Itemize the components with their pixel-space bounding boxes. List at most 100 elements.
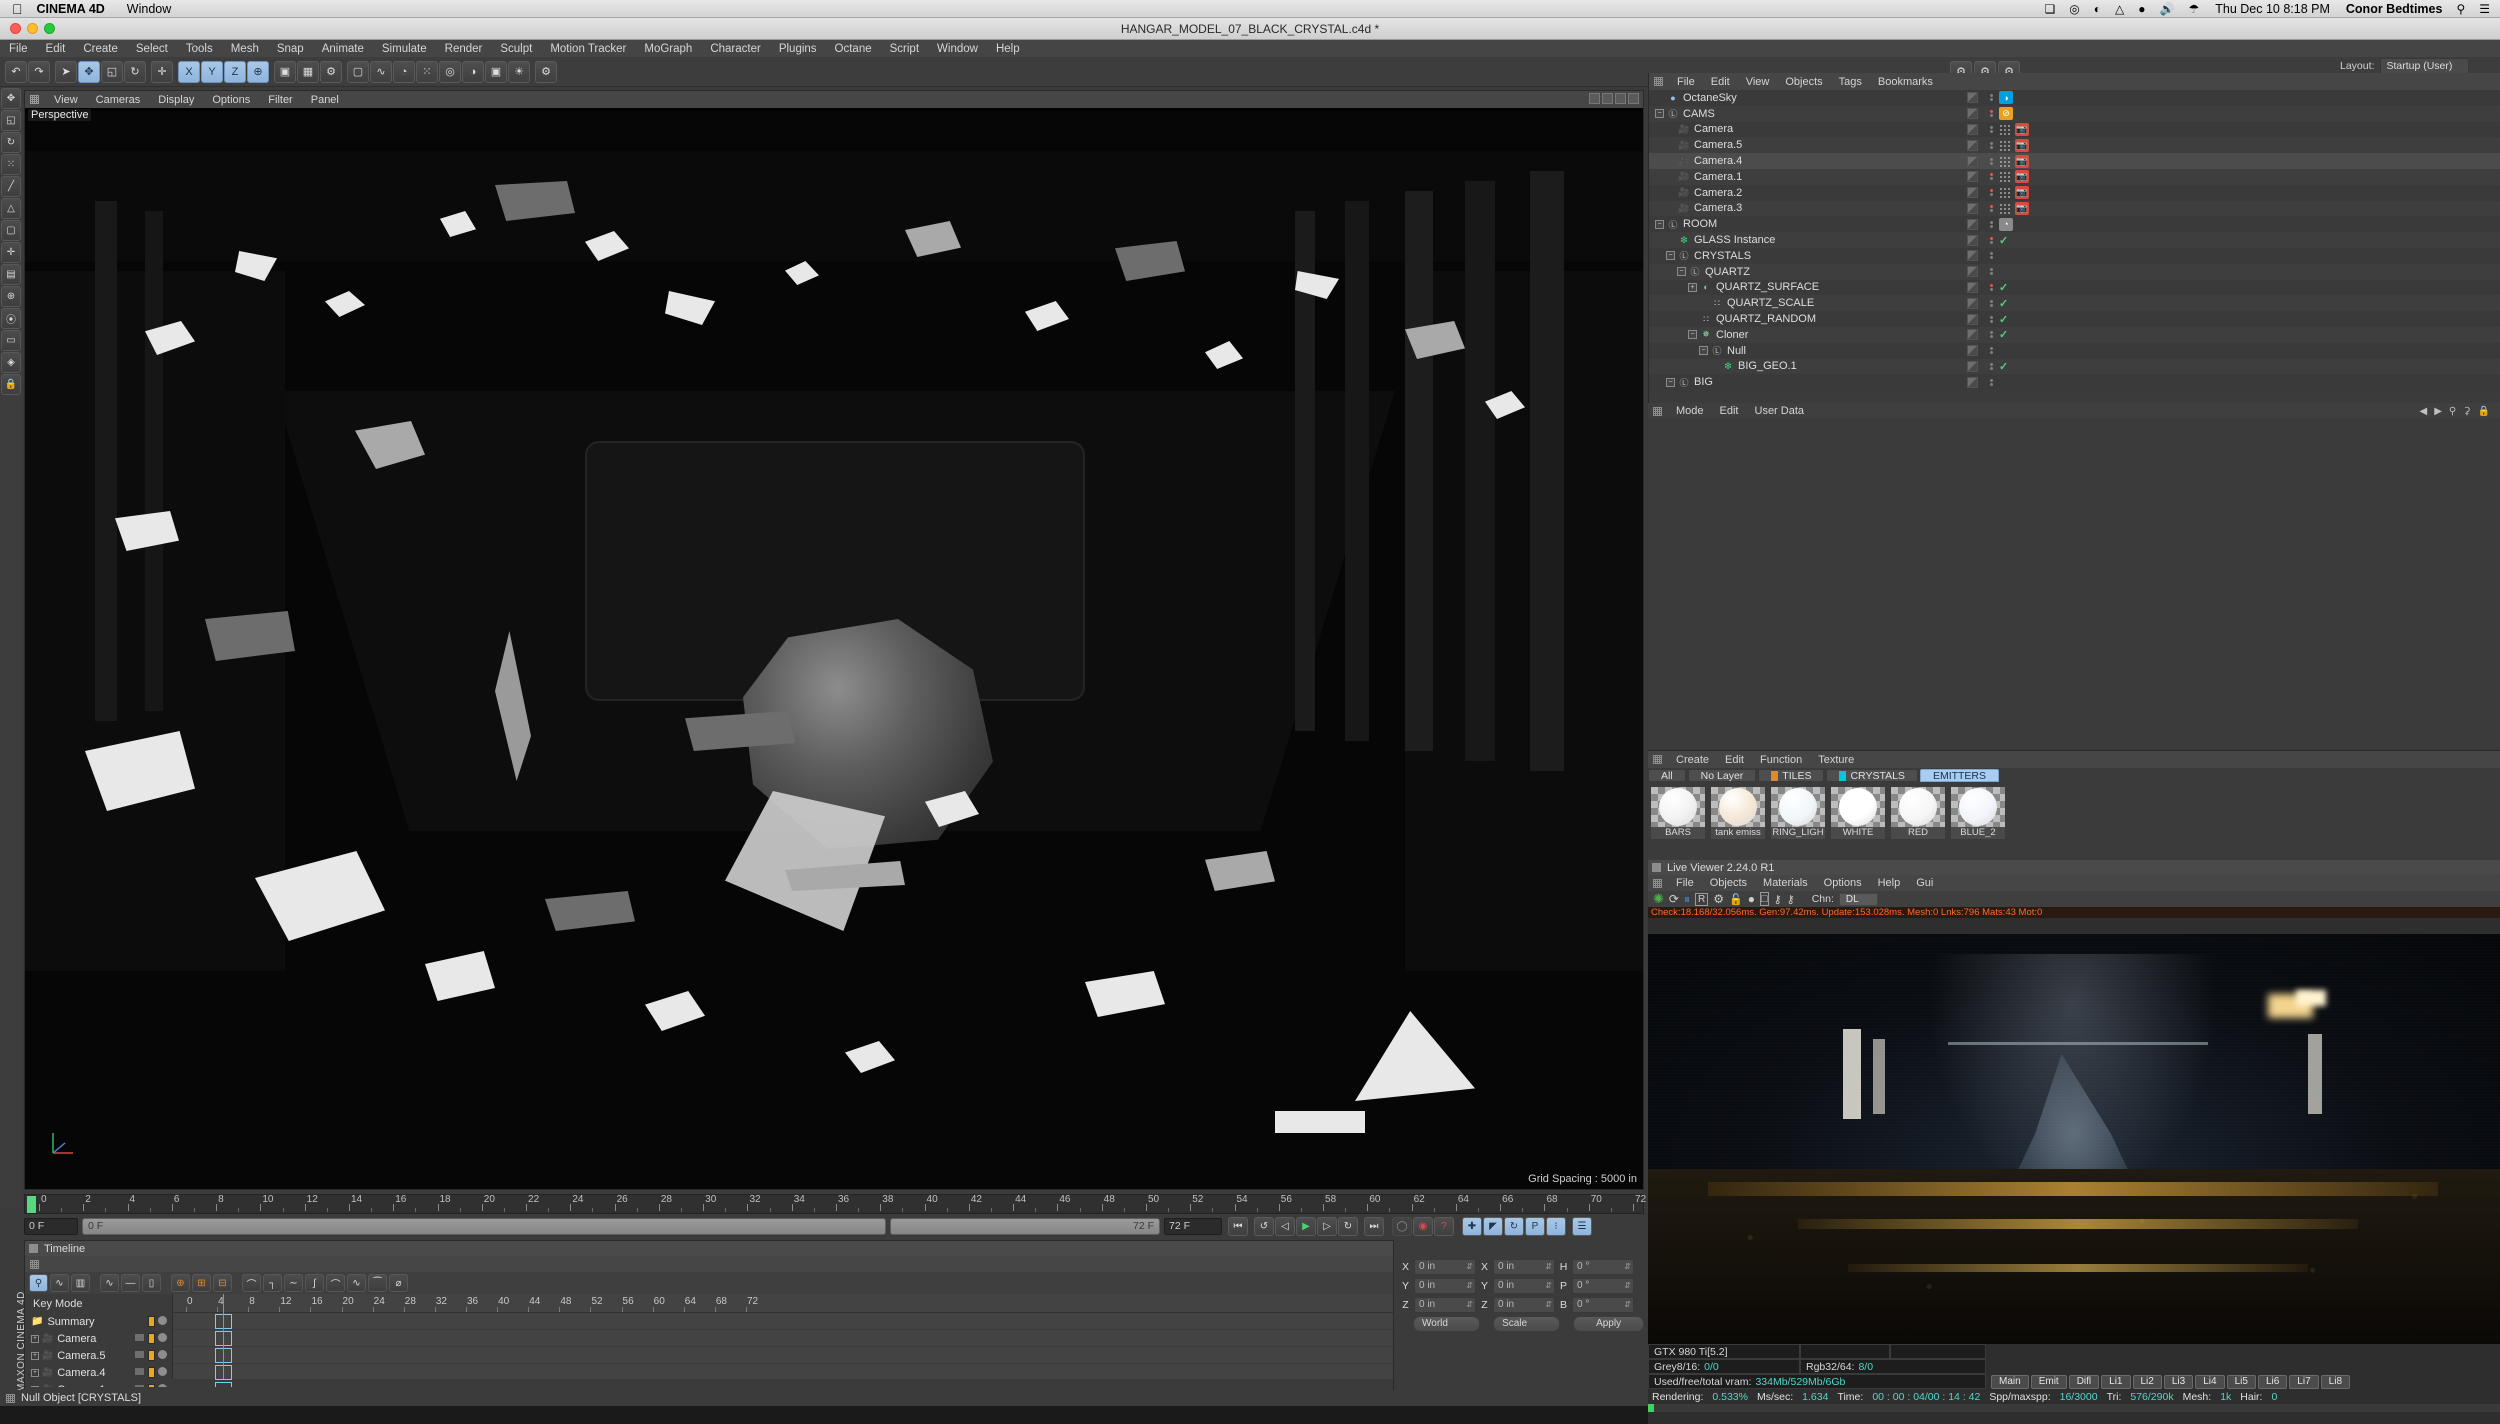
fcurve-mode-icon[interactable]: ∿ <box>50 1274 69 1292</box>
rotate-icon[interactable]: ↻ <box>124 60 146 83</box>
render-pass-li3[interactable]: Li3 <box>2163 1374 2194 1389</box>
visibility-dot[interactable] <box>1990 362 1993 366</box>
render-view-icon[interactable]: ▣ <box>274 60 296 83</box>
apple-menu-icon[interactable]:  <box>12 2 23 16</box>
layer-color-swatch[interactable] <box>1967 329 1978 341</box>
attrmgr-menu-mode[interactable]: Mode <box>1668 405 1712 417</box>
rotate-tool-icon[interactable]: ↻ <box>1 132 21 153</box>
workplane-icon[interactable]: ▭ <box>1 330 21 351</box>
rotation-p-input[interactable]: 0 ° ⇵ <box>1572 1277 1634 1294</box>
visibility-dot[interactable] <box>1990 114 1993 118</box>
statusbar-grip-icon[interactable] <box>6 1393 15 1403</box>
menu-select[interactable]: Select <box>127 43 177 55</box>
visibility-dot[interactable] <box>1990 335 1993 339</box>
scale-key-icon[interactable]: ◤ <box>1483 1216 1503 1236</box>
octane-start-icon[interactable]: ✺ <box>1653 891 1664 907</box>
octane-sky-tag[interactable]: ◑ <box>1999 91 2013 105</box>
material-cell[interactable]: RED <box>1891 787 1945 839</box>
apply-button[interactable]: Apply <box>1573 1315 1644 1332</box>
go-to-start-icon[interactable]: ⏮ <box>1228 1216 1248 1236</box>
object-row[interactable]: 🎥 Camera.1 📷 <box>1649 168 2500 185</box>
material-tab-all[interactable]: All <box>1648 769 1686 782</box>
render-pass-li1[interactable]: Li1 <box>2101 1374 2131 1389</box>
visibility-dots[interactable] <box>1989 299 1994 307</box>
visibility-dot[interactable] <box>1990 125 1993 129</box>
zero-icon[interactable]: ⌀ <box>389 1274 408 1292</box>
enabled-check-icon[interactable]: ✓ <box>1999 297 2008 310</box>
enable-axis-icon[interactable]: ⊕ <box>1 286 21 307</box>
enabled-check-icon[interactable]: ✓ <box>1999 234 2008 247</box>
coordinate-mode-dropdown[interactable]: Scale <box>1493 1315 1561 1332</box>
material-cell[interactable]: BLUE_2 <box>1951 787 2005 839</box>
visibility-dot[interactable] <box>1990 236 1993 240</box>
visibility-dots[interactable] <box>1989 220 1994 228</box>
step-forward-icon[interactable]: ▷ <box>1317 1216 1337 1236</box>
array-icon[interactable]: ⁙ <box>416 60 438 83</box>
timeline-lane[interactable] <box>173 1347 1393 1364</box>
layer-color-swatch[interactable] <box>1967 281 1978 293</box>
rotation-b-input[interactable]: 0 ° ⇵ <box>1572 1296 1634 1313</box>
pin-icon[interactable]: ⚲ <box>2449 406 2456 417</box>
x-axis-icon[interactable]: X <box>178 60 200 83</box>
row-expander[interactable]: + <box>31 1334 39 1343</box>
playhead-marker[interactable] <box>27 1196 36 1213</box>
cube-icon[interactable]: ▢ <box>347 60 369 83</box>
end-frame-field[interactable]: 72 F <box>1164 1217 1222 1235</box>
creative-cloud-icon[interactable]: ◎ <box>2069 2 2079 16</box>
visibility-dots[interactable] <box>1989 331 1994 339</box>
key-mode-icon[interactable]: ⚲ <box>29 1274 48 1292</box>
keyframe-help-icon[interactable]: ? <box>1434 1216 1454 1236</box>
snap-icon[interactable]: ⦿ <box>1 308 21 329</box>
object-tree[interactable]: ● OctaneSky ◑ − Ⓛ CAMS ⊘ 🎥 Camera 📷 🎥 Camera.5 📷 🎥 Cam… <box>1649 90 2500 391</box>
render-region-icon[interactable]: ▦ <box>297 60 319 83</box>
position-y-input[interactable]: 0 in ⇵ <box>1414 1277 1476 1294</box>
visibility-dot[interactable] <box>1990 145 1993 149</box>
visibility-dots[interactable] <box>1989 236 1994 244</box>
material-picker-icon[interactable]: ⚷ <box>1787 893 1795 906</box>
channel-dropdown[interactable]: DL <box>1838 892 1878 906</box>
model-mode-icon[interactable]: ▢ <box>1 220 21 241</box>
object-row[interactable]: − ✵ Cloner ✓ <box>1649 326 2500 343</box>
dope-sheet-icon[interactable]: ☰ <box>1572 1216 1592 1236</box>
timeline-row[interactable]: + 🎥 Camera <box>25 1330 172 1347</box>
object-row[interactable]: ● OctaneSky ◑ <box>1649 90 2500 106</box>
object-row[interactable]: ❇ GLASS Instance ✓ <box>1649 232 2500 248</box>
material-cell[interactable]: RING_LIGH <box>1771 787 1825 839</box>
auto-key-icon[interactable]: ∿ <box>100 1274 119 1292</box>
visibility-dot[interactable] <box>1990 287 1993 291</box>
refresh-icon[interactable]: ⟳ <box>1669 892 1679 906</box>
app-menu-window[interactable]: Window <box>127 2 171 16</box>
material-thumbnail[interactable] <box>1711 787 1765 827</box>
layer-color-swatch[interactable] <box>1967 108 1978 120</box>
layer-color-swatch[interactable] <box>1967 123 1978 135</box>
matmgr-menu-function[interactable]: Function <box>1752 754 1810 766</box>
rotate-view-icon[interactable] <box>1615 93 1626 104</box>
menu-create[interactable]: Create <box>74 43 127 55</box>
notification-center-icon[interactable]: ☰ <box>2479 2 2490 16</box>
app-menu-cinema4d[interactable]: CINEMA 4D <box>37 2 105 16</box>
menu-script[interactable]: Script <box>881 43 928 55</box>
position-z-input[interactable]: 0 in ⇵ <box>1414 1296 1476 1313</box>
size-x-input[interactable]: 0 in ⇵ <box>1493 1258 1555 1275</box>
preview-range-slider[interactable]: 72 F <box>890 1217 1160 1235</box>
object-row[interactable]: − Ⓛ CRYSTALS <box>1649 247 2500 264</box>
timeline-row[interactable]: + 🎥 Camera.5 <box>25 1347 172 1364</box>
menu-window[interactable]: Window <box>928 43 987 55</box>
timeline-grip-icon[interactable] <box>30 1259 39 1269</box>
object-expander[interactable]: − <box>1666 377 1675 387</box>
visibility-dot[interactable] <box>1990 283 1993 287</box>
visibility-dot[interactable] <box>1990 204 1993 208</box>
search-icon[interactable]: ⚳ <box>2463 406 2470 417</box>
remove-key-icon[interactable]: ⊟ <box>213 1274 232 1292</box>
object-row[interactable]: 🎥 Camera.2 📷 <box>1649 184 2500 201</box>
visibility-dot[interactable] <box>1990 173 1993 177</box>
mute-chip[interactable] <box>158 1367 167 1376</box>
render-pass-li8[interactable]: Li8 <box>2320 1374 2351 1389</box>
region-render-icon[interactable]: R <box>1694 892 1709 906</box>
camera-tag[interactable]: 📷 <box>2015 170 2029 184</box>
visibility-dot[interactable] <box>1990 208 1993 212</box>
play-forward-icon[interactable]: ▶ <box>1296 1216 1316 1236</box>
param-key-icon[interactable]: P <box>1525 1216 1545 1236</box>
environment-icon[interactable]: ◑ <box>462 60 484 83</box>
matmgr-menu-create[interactable]: Create <box>1668 754 1717 766</box>
